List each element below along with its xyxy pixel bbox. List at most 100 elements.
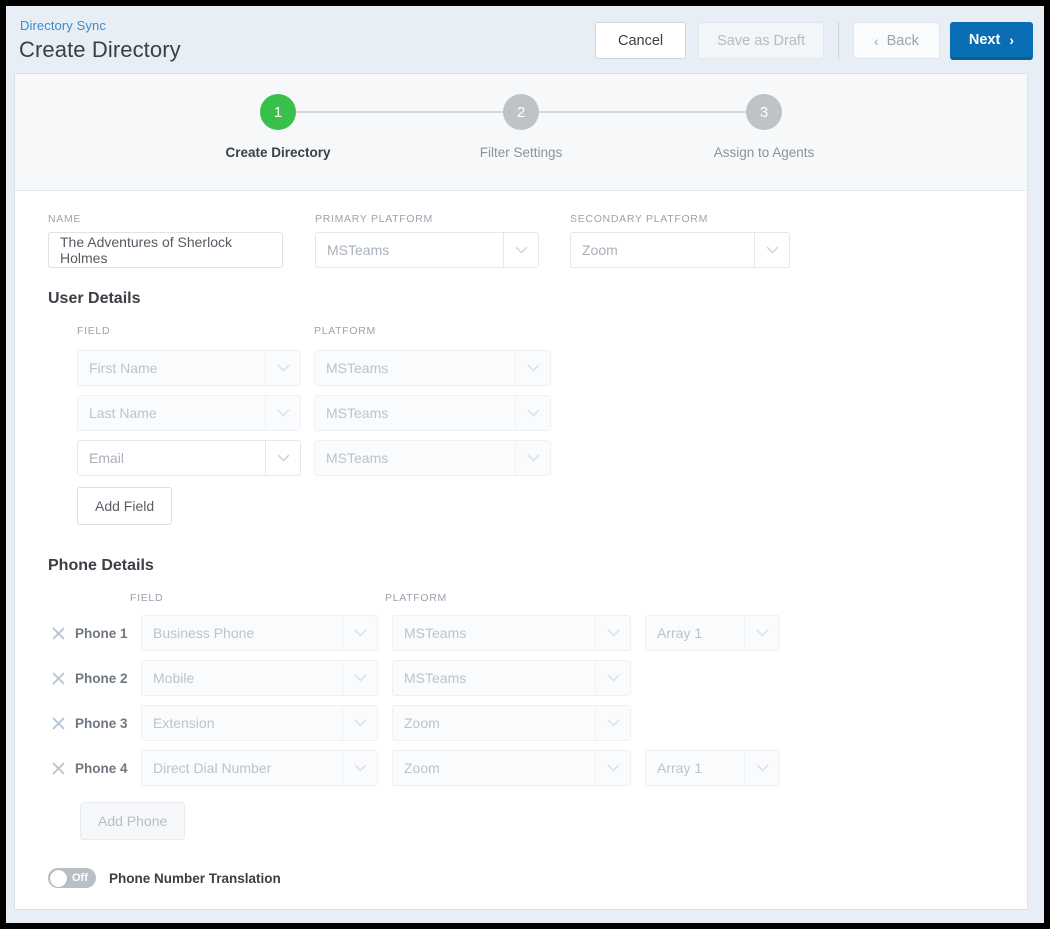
add-field-button[interactable]: Add Field bbox=[77, 487, 173, 525]
step-create-directory[interactable]: 1 Create Directory bbox=[157, 94, 521, 160]
phone-field-select[interactable]: Extension bbox=[141, 705, 378, 741]
secondary-platform-group: SECONDARY PLATFORM Zoom bbox=[570, 213, 790, 268]
user-details-platform-header: PLATFORM bbox=[314, 325, 376, 337]
user-field-select[interactable]: Last Name bbox=[77, 395, 301, 431]
chevron-down-icon[interactable] bbox=[503, 232, 539, 268]
cancel-button[interactable]: Cancel bbox=[594, 22, 687, 59]
chevron-down-icon[interactable] bbox=[515, 440, 551, 476]
chevron-down-icon[interactable] bbox=[342, 660, 378, 696]
phone-field-select[interactable]: Business Phone bbox=[141, 615, 378, 651]
user-details-title: User Details bbox=[48, 290, 141, 307]
phone-details-field-header: FIELD bbox=[130, 592, 164, 604]
user-field-value: First Name bbox=[77, 350, 265, 386]
secondary-platform-select[interactable]: Zoom bbox=[570, 232, 790, 268]
breadcrumb[interactable]: Directory Sync bbox=[20, 18, 106, 33]
user-platform-select[interactable]: MSTeams bbox=[314, 440, 551, 476]
chevron-down-icon[interactable] bbox=[595, 750, 631, 786]
user-details-row: First Name MSTeams bbox=[77, 350, 1027, 386]
user-field-value: Last Name bbox=[77, 395, 265, 431]
phone-array-value: Array 1 bbox=[645, 750, 744, 786]
user-field-value: Email bbox=[77, 440, 265, 476]
phone-platform-select[interactable]: Zoom bbox=[392, 750, 631, 786]
chevron-left-icon: ‹ bbox=[873, 32, 879, 49]
save-as-draft-button[interactable]: Save as Draft bbox=[698, 22, 824, 59]
primary-platform-select[interactable]: MSTeams bbox=[315, 232, 539, 268]
step-label: Create Directory bbox=[225, 145, 331, 160]
primary-platform-group: PRIMARY PLATFORM MSTeams bbox=[315, 213, 539, 268]
user-platform-value: MSTeams bbox=[314, 440, 515, 476]
step-assign-to-agents[interactable]: 3 Assign to Agents bbox=[643, 94, 886, 160]
chevron-down-icon[interactable] bbox=[595, 615, 631, 651]
phone-row: Phone 1 Business Phone MSTeams Array 1 bbox=[15, 615, 1027, 651]
wizard-stepper: 1 Create Directory 2 Filter Settings 3 A… bbox=[15, 74, 1027, 191]
close-icon[interactable] bbox=[48, 713, 68, 733]
chevron-down-icon[interactable] bbox=[342, 615, 378, 651]
name-input[interactable]: The Adventures of Sherlock Holmes bbox=[48, 232, 283, 268]
page-header: Directory Sync Create Directory Cancel S… bbox=[6, 6, 1044, 74]
chevron-down-icon[interactable] bbox=[515, 395, 551, 431]
phone-row-label: Phone 1 bbox=[75, 625, 128, 641]
chevron-down-icon[interactable] bbox=[744, 615, 780, 651]
chevron-down-icon[interactable] bbox=[342, 750, 378, 786]
chevron-right-icon: › bbox=[1009, 31, 1014, 48]
step-label: Filter Settings bbox=[479, 145, 563, 160]
next-button[interactable]: Next › bbox=[949, 21, 1033, 60]
phone-array-select[interactable]: Array 1 bbox=[645, 750, 780, 786]
step-label: Assign to Agents bbox=[713, 145, 815, 160]
phone-row-label: Phone 4 bbox=[75, 760, 128, 776]
chevron-down-icon[interactable] bbox=[595, 660, 631, 696]
phone-field-select[interactable]: Direct Dial Number bbox=[141, 750, 378, 786]
phone-field-value: Business Phone bbox=[141, 615, 342, 651]
close-icon[interactable] bbox=[48, 623, 68, 643]
phone-row-label: Phone 3 bbox=[75, 715, 128, 731]
form-body: NAME The Adventures of Sherlock Holmes P… bbox=[15, 191, 1027, 888]
step-connector bbox=[521, 111, 764, 113]
secondary-platform-label: SECONDARY PLATFORM bbox=[570, 213, 709, 225]
toggle-knob bbox=[50, 869, 67, 887]
phone-field-select[interactable]: Mobile bbox=[141, 660, 378, 696]
user-field-select[interactable]: Email bbox=[77, 440, 301, 476]
close-icon[interactable] bbox=[48, 668, 68, 688]
phone-platform-value: MSTeams bbox=[392, 660, 595, 696]
phone-array-select[interactable]: Array 1 bbox=[645, 615, 780, 651]
chevron-down-icon[interactable] bbox=[265, 395, 301, 431]
user-platform-select[interactable]: MSTeams bbox=[314, 395, 551, 431]
chevron-down-icon[interactable] bbox=[595, 705, 631, 741]
chevron-down-icon[interactable] bbox=[342, 705, 378, 741]
header-actions: Cancel Save as Draft ‹ Back Next › bbox=[594, 21, 1033, 60]
phone-platform-select[interactable]: Zoom bbox=[392, 705, 631, 741]
phone-platform-value: MSTeams bbox=[392, 615, 595, 651]
chevron-down-icon[interactable] bbox=[744, 750, 780, 786]
phone-details-column-headers: FIELD PLATFORM bbox=[15, 592, 1027, 611]
phone-row: Phone 2 Mobile MSTeams bbox=[15, 660, 1027, 696]
user-platform-value: MSTeams bbox=[314, 350, 515, 386]
next-button-label: Next bbox=[968, 31, 1001, 48]
phone-number-translation-toggle[interactable]: Off bbox=[48, 868, 96, 888]
back-button[interactable]: ‹ Back bbox=[852, 22, 940, 59]
phone-platform-value: Zoom bbox=[392, 705, 595, 741]
user-details-row: Last Name MSTeams bbox=[77, 395, 1027, 431]
wizard-card: 1 Create Directory 2 Filter Settings 3 A… bbox=[14, 73, 1028, 910]
user-platform-select[interactable]: MSTeams bbox=[314, 350, 551, 386]
phone-platform-select[interactable]: MSTeams bbox=[392, 615, 631, 651]
primary-platform-label: PRIMARY PLATFORM bbox=[315, 213, 433, 225]
phone-platform-select[interactable]: MSTeams bbox=[392, 660, 631, 696]
chevron-down-icon[interactable] bbox=[265, 440, 301, 476]
step-connector bbox=[278, 111, 521, 113]
chevron-down-icon[interactable] bbox=[265, 350, 301, 386]
phone-number-translation-row: Off Phone Number Translation bbox=[15, 868, 1027, 888]
user-platform-value: MSTeams bbox=[314, 395, 515, 431]
user-details-rows: First Name MSTeams Last Name MSTeams Ema… bbox=[15, 350, 1027, 476]
secondary-platform-value: Zoom bbox=[570, 232, 754, 268]
add-phone-button[interactable]: Add Phone bbox=[80, 802, 186, 840]
name-label: NAME bbox=[48, 213, 82, 225]
user-field-select[interactable]: First Name bbox=[77, 350, 301, 386]
phone-details-platform-header: PLATFORM bbox=[385, 592, 447, 604]
step-filter-settings[interactable]: 2 Filter Settings bbox=[400, 94, 764, 160]
chevron-down-icon[interactable] bbox=[754, 232, 790, 268]
app-frame: Directory Sync Create Directory Cancel S… bbox=[6, 6, 1044, 923]
chevron-down-icon[interactable] bbox=[515, 350, 551, 386]
close-icon[interactable] bbox=[48, 758, 68, 778]
user-details-section: User Details FIELD PLATFORM First Name M… bbox=[15, 290, 1027, 525]
phone-row-label: Phone 2 bbox=[75, 670, 128, 686]
